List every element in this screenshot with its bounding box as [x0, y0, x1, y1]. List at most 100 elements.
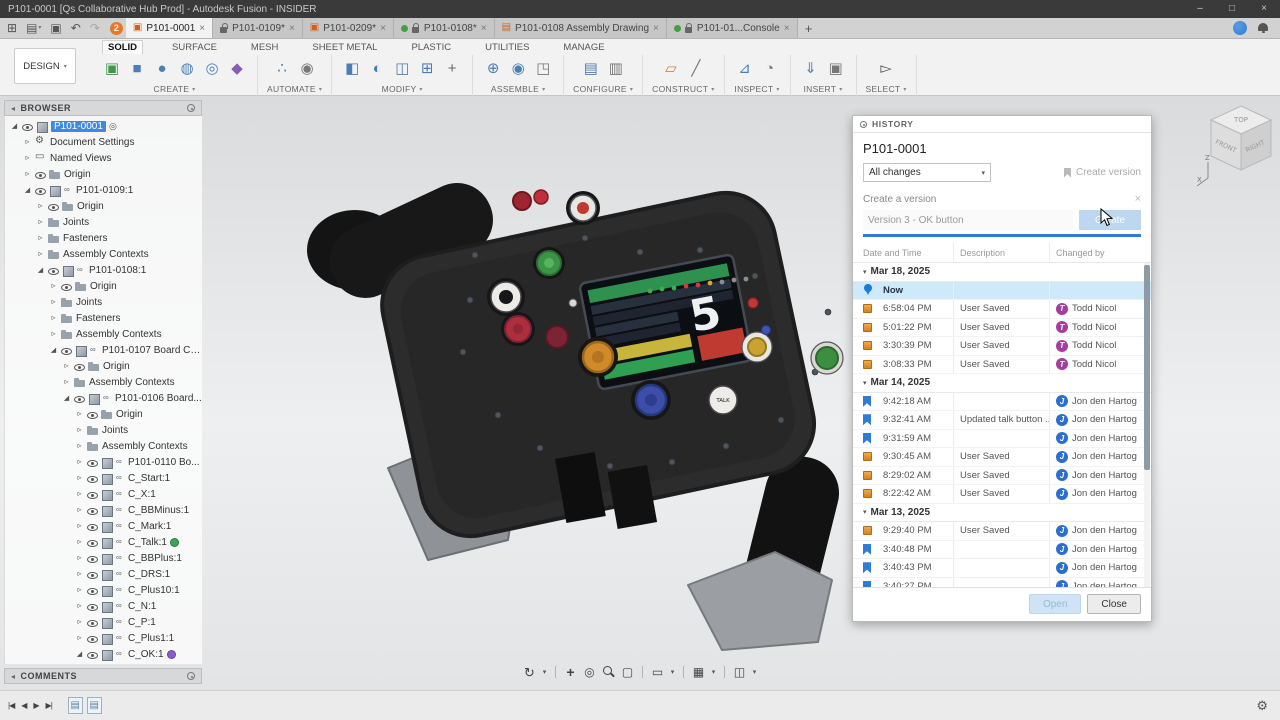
- document-tab[interactable]: P101-0108*: [393, 18, 495, 38]
- tree-item-label[interactable]: Assembly Contexts: [63, 249, 149, 260]
- expand-arrow-icon[interactable]: [75, 586, 84, 594]
- expand-arrow-icon[interactable]: [75, 618, 84, 626]
- history-row[interactable]: 9:30:45 AM User Saved J Jon den Hartog: [853, 448, 1151, 467]
- measure-icon[interactable]: ⊿: [734, 58, 756, 80]
- expand-arrow-icon[interactable]: [75, 538, 84, 546]
- tree-item-label[interactable]: C_DRS:1: [128, 569, 170, 580]
- tree-item[interactable]: P101-0001: [7, 118, 202, 134]
- history-panel-header[interactable]: HISTORY: [853, 116, 1151, 133]
- timeline-feature-icon[interactable]: [67, 697, 83, 714]
- history-row[interactable]: 3:30:39 PM User Saved T Todd Nicol: [853, 337, 1151, 356]
- redo-button[interactable]: [90, 22, 100, 34]
- visibility-eye-icon[interactable]: [87, 569, 98, 580]
- tree-item[interactable]: P101-0107 Board Con...: [7, 342, 202, 358]
- expand-arrow-icon[interactable]: [75, 570, 84, 578]
- expand-arrow-icon[interactable]: [49, 346, 58, 354]
- cylinder-icon[interactable]: ●: [151, 58, 173, 80]
- orbit-icon[interactable]: [522, 664, 537, 680]
- offset-plane-icon[interactable]: ▱: [660, 58, 682, 80]
- group-collapse-icon[interactable]: [863, 508, 867, 516]
- tree-item[interactable]: Origin: [7, 198, 202, 214]
- expand-arrow-icon[interactable]: [62, 394, 71, 402]
- tree-item-label[interactable]: P101-0110 Bo...: [128, 457, 200, 468]
- visibility-eye-icon[interactable]: [74, 393, 85, 404]
- comments-menu-icon[interactable]: [187, 672, 195, 680]
- history-row[interactable]: 8:29:02 AM User Saved J Jon den Hartog: [853, 466, 1151, 485]
- expand-arrow-icon[interactable]: [36, 234, 45, 242]
- tree-item-label[interactable]: Document Settings: [50, 137, 135, 148]
- visibility-eye-icon[interactable]: [87, 537, 98, 548]
- history-scrollbar[interactable]: [1144, 263, 1150, 587]
- history-row[interactable]: 8:22:42 AM User Saved J Jon den Hartog: [853, 485, 1151, 504]
- history-row[interactable]: Mar 14, 2025: [853, 374, 1151, 393]
- move-copy-icon[interactable]: +: [441, 58, 463, 80]
- expand-arrow-icon[interactable]: [49, 282, 58, 290]
- create-sketch-icon[interactable]: ▣: [101, 58, 123, 80]
- panel-menu-icon[interactable]: [187, 104, 195, 112]
- tree-item[interactable]: C_Start:1: [7, 470, 202, 486]
- history-row[interactable]: 9:32:41 AM Updated talk button ... J Jon…: [853, 411, 1151, 430]
- sphere-icon[interactable]: ◍: [176, 58, 198, 80]
- zoom-icon[interactable]: [601, 664, 616, 680]
- close-tab-icon[interactable]: [784, 23, 790, 34]
- box-icon[interactable]: ■: [126, 58, 148, 80]
- new-component-icon[interactable]: ⊕: [482, 58, 504, 80]
- expand-arrow-icon[interactable]: [23, 138, 32, 146]
- tree-item-label[interactable]: P101-0106 Board...: [115, 393, 202, 404]
- tree-item[interactable]: Fasteners: [7, 230, 202, 246]
- notification-bell-icon[interactable]: [1258, 22, 1268, 34]
- tree-item[interactable]: C_BBPlus:1: [7, 550, 202, 566]
- expand-arrow-icon[interactable]: [75, 426, 84, 434]
- tree-item-label[interactable]: C_N:1: [128, 601, 156, 612]
- close-tab-icon[interactable]: [380, 23, 386, 34]
- go-to-end-button[interactable]: ▶|: [46, 701, 53, 710]
- select-icon[interactable]: ▻: [875, 58, 897, 80]
- scripts-addins-icon[interactable]: ◉: [296, 58, 318, 80]
- history-row[interactable]: Mar 18, 2025: [853, 263, 1151, 282]
- grid-caret-icon[interactable]: [710, 664, 717, 680]
- tree-item-label[interactable]: C_P:1: [128, 617, 156, 628]
- tree-item[interactable]: Assembly Contexts: [7, 326, 202, 342]
- visibility-eye-icon[interactable]: [35, 185, 46, 196]
- rigid-group-icon[interactable]: ◳: [532, 58, 554, 80]
- tree-item[interactable]: Joints: [7, 214, 202, 230]
- tree-item[interactable]: Joints: [7, 294, 202, 310]
- history-row[interactable]: 9:42:18 AM J Jon den Hartog: [853, 392, 1151, 411]
- display-settings-icon[interactable]: [650, 664, 665, 680]
- tree-item-label[interactable]: C_Plus10:1: [128, 585, 180, 596]
- ribbon-group-label[interactable]: ASSEMBLE: [491, 84, 546, 94]
- tree-item-label[interactable]: C_X:1: [128, 489, 156, 500]
- viewports-caret-icon[interactable]: [751, 664, 758, 680]
- history-row[interactable]: 3:40:27 PM J Jon den Hartog: [853, 577, 1151, 587]
- changes-filter-select[interactable]: All changes: [863, 163, 991, 182]
- document-tab[interactable]: P101-0109*: [213, 18, 303, 38]
- user-avatar[interactable]: [1233, 21, 1247, 35]
- undo-button[interactable]: [71, 22, 81, 34]
- go-to-start-button[interactable]: |◀: [8, 701, 15, 710]
- tree-item[interactable]: Origin: [7, 406, 202, 422]
- history-row[interactable]: 3:40:43 PM J Jon den Hartog: [853, 559, 1151, 578]
- tree-item[interactable]: C_BBMinus:1: [7, 502, 202, 518]
- visibility-eye-icon[interactable]: [87, 505, 98, 516]
- collapse-comments-icon[interactable]: [11, 672, 16, 681]
- app-launcher-icon[interactable]: [7, 22, 17, 34]
- ribbon-tab[interactable]: MESH: [246, 41, 283, 54]
- visibility-eye-icon[interactable]: [87, 601, 98, 612]
- tree-item-label[interactable]: Joints: [76, 297, 102, 308]
- tree-item[interactable]: Document Settings: [7, 134, 202, 150]
- expand-arrow-icon[interactable]: [75, 522, 84, 530]
- activate-component-icon[interactable]: [109, 122, 117, 131]
- model-viewport[interactable]: 5 TALK: [215, 175, 855, 655]
- tree-item-label[interactable]: P101-0108:1: [89, 265, 146, 276]
- timeline-settings-icon[interactable]: [1256, 698, 1280, 714]
- expand-arrow-icon[interactable]: [36, 202, 45, 210]
- configure-features-icon[interactable]: ▥: [605, 58, 627, 80]
- construct-axis-icon[interactable]: ╱: [685, 58, 707, 80]
- tree-item[interactable]: C_Plus1:1: [7, 630, 202, 646]
- history-row[interactable]: Now: [853, 281, 1151, 300]
- minimize-button[interactable]: [1184, 0, 1216, 18]
- automate-icon[interactable]: ∴: [271, 58, 293, 80]
- ribbon-group-label[interactable]: INSERT: [803, 84, 842, 94]
- expand-arrow-icon[interactable]: [23, 186, 32, 194]
- visibility-eye-icon[interactable]: [87, 633, 98, 644]
